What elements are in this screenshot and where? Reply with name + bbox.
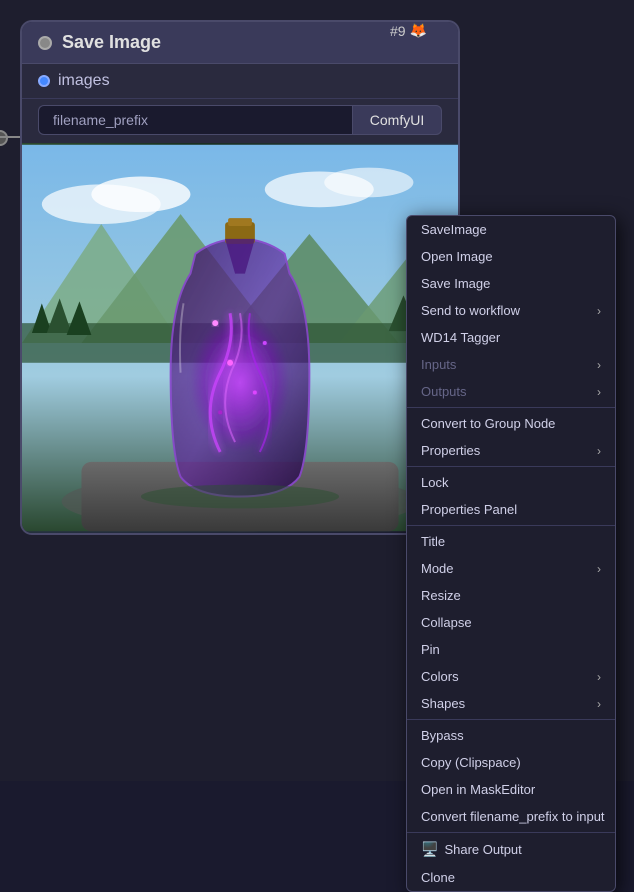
open-maskeditor-item[interactable]: Open in MaskEditor [407,776,615,803]
resize-item-label: Resize [421,588,461,603]
bypass-item[interactable]: Bypass [407,722,615,749]
copy-clipboard-item-label: Copy (Clipspace) [421,755,521,770]
inputs-item: Inputs › [407,351,615,378]
convert-group-item-label: Convert to Group Node [421,416,555,431]
properties-item-label: Properties [421,443,480,458]
node-emoji: 🦊 [410,22,427,39]
outputs-item: Outputs › [407,378,615,405]
node-number: #9 [390,23,406,39]
send-workflow-item[interactable]: Send to workflow › [407,297,615,324]
open-image-item[interactable]: Open Image [407,243,615,270]
save-image-item[interactable]: SaveImage [407,216,615,243]
node-image [22,143,458,533]
title-item-label: Title [421,534,445,549]
colors-item[interactable]: Colors › [407,663,615,690]
clone-item[interactable]: Clone [407,864,615,891]
wd14-tagger-item-label: WD14 Tagger [421,330,500,345]
prefix-value[interactable]: ComfyUI [352,105,442,135]
input-connector-dot [38,75,50,87]
mode-item-label: Mode [421,561,454,576]
inputs-item-label: Inputs [421,357,456,372]
send-workflow-item-arrow: › [597,304,601,318]
node-title-dot [38,36,52,50]
outputs-item-label: Outputs [421,384,467,399]
divider4 [407,719,615,720]
open-maskeditor-item-label: Open in MaskEditor [421,782,535,797]
divider2 [407,466,615,467]
inputs-item-arrow: › [597,358,601,372]
collapse-item[interactable]: Collapse [407,609,615,636]
node-title: Save Image [62,32,161,53]
share-output-item[interactable]: 🖥️Share Output [407,835,615,864]
convert-group-item[interactable]: Convert to Group Node [407,410,615,437]
title-item[interactable]: Title [407,528,615,555]
save-image-menu-item[interactable]: Save Image [407,270,615,297]
properties-panel-item-label: Properties Panel [421,502,517,517]
send-workflow-item-label: Send to workflow [421,303,520,318]
save-image-menu-item-label: Save Image [421,276,490,291]
properties-item-arrow: › [597,444,601,458]
node-prefix-row[interactable]: filename_prefix ComfyUI [22,99,458,143]
outputs-item-arrow: › [597,385,601,399]
connector-line [0,136,22,138]
pin-item[interactable]: Pin [407,636,615,663]
bottle-scene-svg [22,143,458,533]
lock-item[interactable]: Lock [407,469,615,496]
prefix-field[interactable]: filename_prefix [38,105,352,135]
divider1 [407,407,615,408]
context-menu: SaveImage Open Image Save Image Send to wor… [406,215,616,892]
lock-item-label: Lock [421,475,448,490]
properties-panel-item[interactable]: Properties Panel [407,496,615,523]
bypass-item-label: Bypass [421,728,464,743]
divider5 [407,832,615,833]
open-image-item-label: Open Image [421,249,493,264]
save-image-item-label: SaveImage [421,222,487,237]
divider3 [407,525,615,526]
convert-filename-item[interactable]: Convert filename_prefix to input [407,803,615,830]
resize-item[interactable]: Resize [407,582,615,609]
colors-item-label: Colors [421,669,459,684]
share-output-item-label: 🖥️Share Output [421,841,522,858]
convert-filename-item-label: Convert filename_prefix to input [421,809,605,824]
node-input-row: images [22,64,458,99]
copy-clipboard-item[interactable]: Copy (Clipspace) [407,749,615,776]
shapes-item-label: Shapes [421,696,465,711]
clone-item-label: Clone [421,870,455,885]
shapes-item[interactable]: Shapes › [407,690,615,717]
mode-item[interactable]: Mode › [407,555,615,582]
wd14-tagger-item[interactable]: WD14 Tagger [407,324,615,351]
properties-item[interactable]: Properties › [407,437,615,464]
menu-items-container: SaveImage Open Image Save Image Send to wor… [407,216,615,891]
node-badge: #9 🦊 [390,22,427,39]
share-output-item-icon: 🖥️ [421,841,438,857]
input-label: images [58,72,110,90]
colors-item-arrow: › [597,670,601,684]
collapse-item-label: Collapse [421,615,472,630]
mode-item-arrow: › [597,562,601,576]
save-image-node: Save Image images filename_prefix ComfyU… [20,20,460,535]
shapes-item-arrow: › [597,697,601,711]
pin-item-label: Pin [421,642,440,657]
